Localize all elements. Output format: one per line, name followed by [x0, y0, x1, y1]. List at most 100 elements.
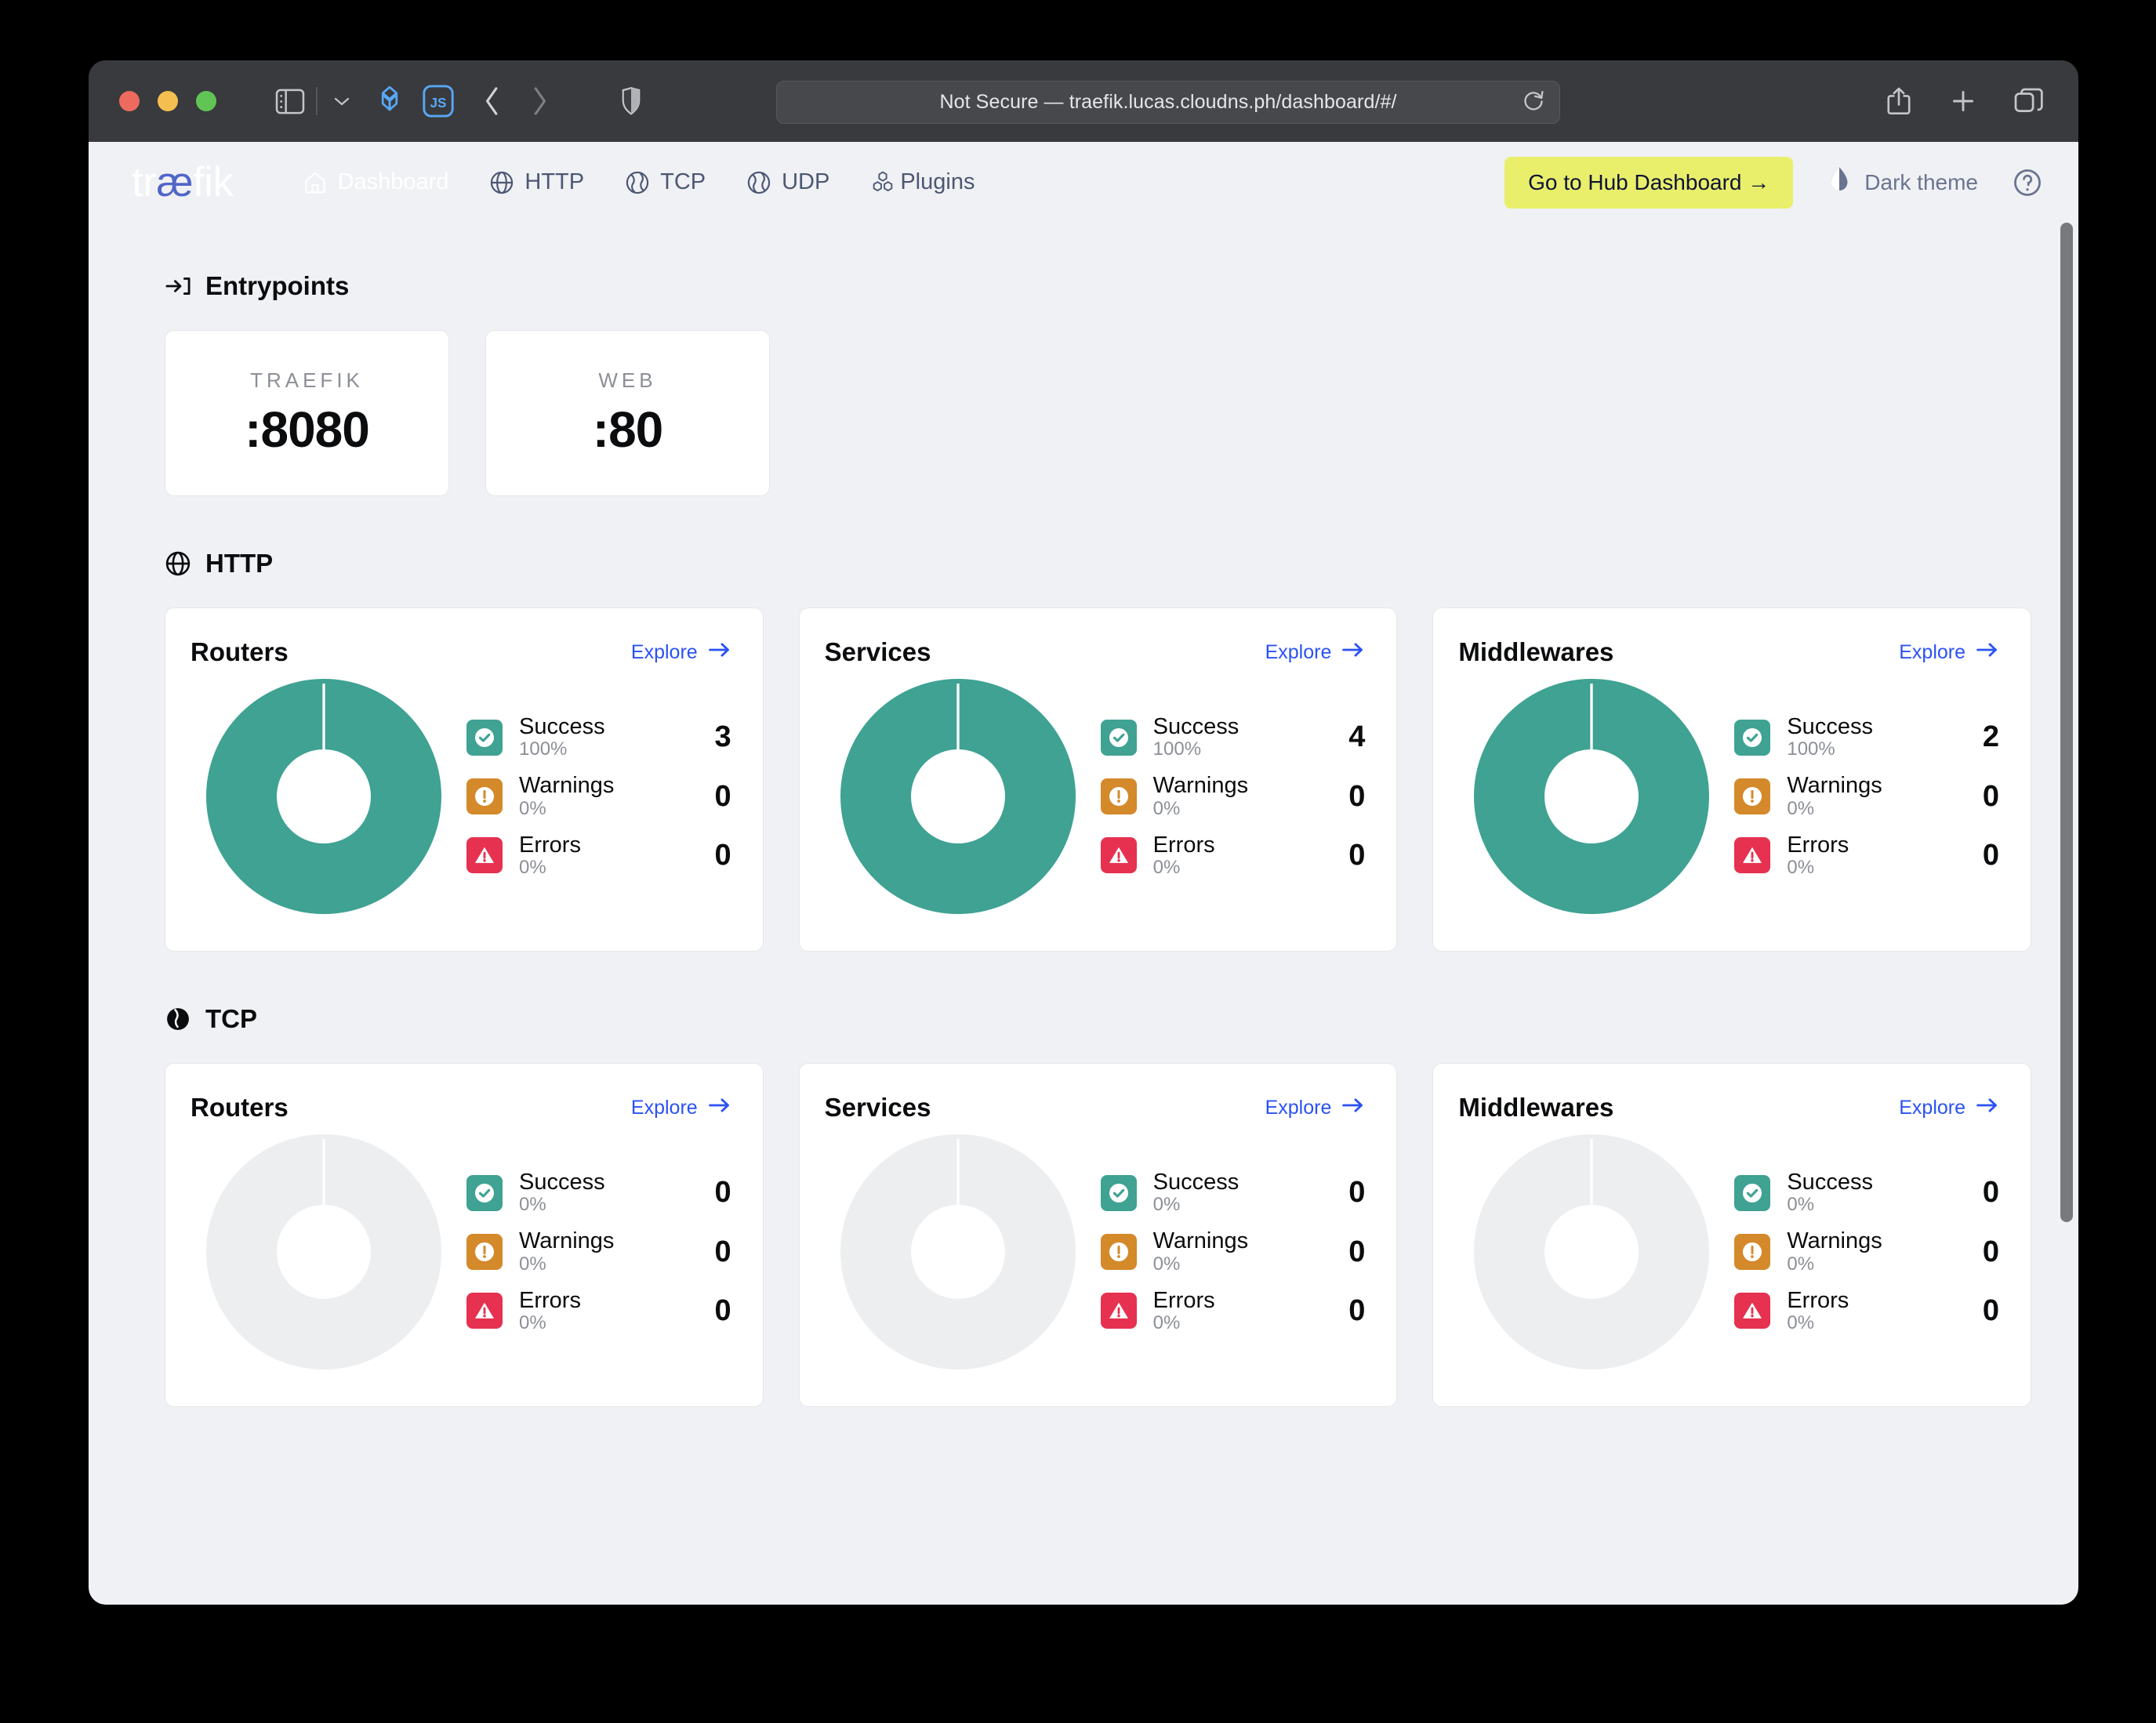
explore-link[interactable]: Explore: [1265, 641, 1366, 664]
dark-theme-label: Dark theme: [1864, 170, 1978, 195]
nav-item-tcp[interactable]: TCP: [604, 142, 726, 223]
legend-label: Warnings: [519, 773, 614, 798]
nav-item-udp[interactable]: UDP: [726, 142, 850, 223]
error-triangle-icon: [1734, 837, 1770, 873]
toolbar-right-actions: [1886, 86, 2044, 116]
logo-ae: æ: [156, 159, 193, 205]
extension-cube-icon[interactable]: [372, 84, 407, 118]
error-triangle-icon: [466, 837, 503, 873]
explore-link[interactable]: Explore: [1265, 1097, 1366, 1119]
legend-label: Errors: [1153, 832, 1215, 858]
arrow-right-icon: [1341, 641, 1365, 664]
go-to-hub-dashboard-button[interactable]: Go to Hub Dashboard →: [1504, 157, 1793, 209]
nav-item-http[interactable]: HTTP: [469, 142, 604, 223]
warning-exclamation-icon: [1101, 1234, 1137, 1270]
navbar-right-actions: Go to Hub Dashboard → Dark theme: [1504, 157, 2042, 209]
card-title: Middlewares: [1458, 1093, 1613, 1123]
share-icon[interactable]: [1886, 86, 1912, 116]
plus-icon[interactable]: [1950, 88, 1976, 114]
tab-overview-icon[interactable]: [2014, 88, 2044, 114]
donut-chart: [191, 1126, 457, 1377]
tcp-globe-icon: [625, 170, 650, 195]
explore-label: Explore: [631, 641, 698, 664]
entrypoint-port: :8080: [245, 401, 369, 459]
traefik-logo[interactable]: træfik: [132, 158, 234, 206]
contrast-droplet-icon: [1828, 165, 1851, 199]
legend: Success 100% 4: [1091, 714, 1366, 879]
warning-exclamation-icon: [1734, 1234, 1770, 1270]
legend-row-errors: Errors 0% 0: [1101, 832, 1366, 879]
legend-row-warnings: Warnings 0% 0: [1101, 773, 1366, 819]
forward-chevron-icon[interactable]: [529, 85, 550, 118]
chevron-down-icon[interactable]: [332, 95, 352, 107]
legend-value: 0: [1348, 1235, 1365, 1269]
explore-link[interactable]: Explore: [631, 1097, 731, 1119]
entrypoint-card[interactable]: WEB :80: [485, 330, 770, 496]
legend-value: 4: [1348, 720, 1365, 754]
legend-label: Warnings: [1787, 1228, 1882, 1253]
nav-item-plugins[interactable]: Plugins: [850, 142, 995, 223]
legend-value: 0: [715, 1176, 731, 1210]
legend-value: 0: [1983, 1176, 1999, 1210]
javascript-extension-icon[interactable]: JS: [423, 84, 454, 118]
legend-label: Success: [1153, 1170, 1240, 1195]
nav-label-tcp: TCP: [660, 169, 706, 195]
explore-link[interactable]: Explore: [1899, 1097, 1999, 1119]
legend-row-errors: Errors 0% 0: [1734, 1288, 1999, 1334]
legend-value: 0: [715, 780, 731, 814]
legend-percent: 0%: [1153, 1195, 1240, 1216]
entrypoint-name: TRAEFIK: [250, 368, 364, 393]
tcp-cards-row: Routers Explore: [165, 1063, 2031, 1407]
explore-label: Explore: [1899, 1097, 1965, 1119]
url-bar[interactable]: Not Secure — traefik.lucas.cloudns.ph/da…: [776, 81, 1560, 124]
legend: Success 100% 3: [457, 714, 731, 879]
dark-theme-toggle[interactable]: Dark theme: [1821, 165, 1984, 199]
scrollbar-thumb[interactable]: [2060, 223, 2073, 1222]
donut-chart: [825, 1126, 1091, 1377]
legend-percent: 0%: [1787, 1254, 1882, 1275]
home-icon: [303, 170, 328, 195]
success-check-icon: [1101, 720, 1137, 756]
nav-links: Dashboard HTTP: [282, 142, 996, 223]
explore-label: Explore: [1265, 1097, 1332, 1119]
card-title: Routers: [191, 1093, 289, 1123]
http-section: HTTP Routers Explore: [137, 549, 2031, 952]
minimize-window-button[interactable]: [158, 91, 178, 111]
success-check-icon: [466, 720, 503, 756]
nav-label-http: HTTP: [524, 169, 584, 195]
legend: Success 100% 2: [1725, 714, 1999, 879]
legend-label: Errors: [1153, 1288, 1215, 1313]
browser-toolbar: JS Not Secure — traefik.lucas.cloudns.ph…: [89, 60, 2078, 142]
back-chevron-icon[interactable]: [482, 85, 503, 118]
warning-exclamation-icon: [466, 1234, 503, 1270]
explore-link[interactable]: Explore: [1899, 641, 1999, 664]
nav-item-dashboard[interactable]: Dashboard: [282, 142, 470, 223]
error-triangle-icon: [1101, 837, 1137, 873]
sidebar-toggle-icon[interactable]: [275, 89, 305, 114]
legend-row-warnings: Warnings 0% 0: [466, 1228, 731, 1275]
legend-percent: 100%: [1153, 739, 1240, 760]
browser-window: JS Not Secure — traefik.lucas.cloudns.ph…: [89, 60, 2078, 1605]
close-window-button[interactable]: [119, 91, 140, 111]
maximize-window-button[interactable]: [196, 91, 216, 111]
legend-row-warnings: Warnings 0% 0: [1734, 773, 1999, 819]
legend-percent: 0%: [519, 1195, 605, 1216]
entrypoint-card[interactable]: TRAEFIK :8080: [165, 330, 449, 496]
error-triangle-icon: [1101, 1293, 1137, 1329]
entrypoints-section: Entrypoints TRAEFIK :8080 WEB :80: [137, 271, 2031, 496]
privacy-shield-icon[interactable]: [620, 86, 642, 116]
page-scrollbar[interactable]: [2060, 223, 2073, 1605]
reload-icon[interactable]: [1522, 89, 1545, 116]
explore-link[interactable]: Explore: [631, 641, 731, 664]
legend-label: Success: [1153, 714, 1240, 739]
logo-part2: fik: [193, 159, 234, 205]
legend-row-success: Success 0% 0: [466, 1170, 731, 1216]
legend-percent: 0%: [1153, 858, 1215, 879]
entrypoint-cards: TRAEFIK :8080 WEB :80: [165, 330, 2031, 496]
arrow-right-icon: [708, 1097, 731, 1119]
tcp-middlewares-card: Middlewares Explore: [1432, 1063, 2031, 1407]
legend-value: 0: [1348, 1176, 1365, 1210]
globe-icon: [489, 170, 514, 195]
legend-value: 3: [715, 720, 731, 754]
help-circle-icon[interactable]: [2013, 168, 2042, 198]
